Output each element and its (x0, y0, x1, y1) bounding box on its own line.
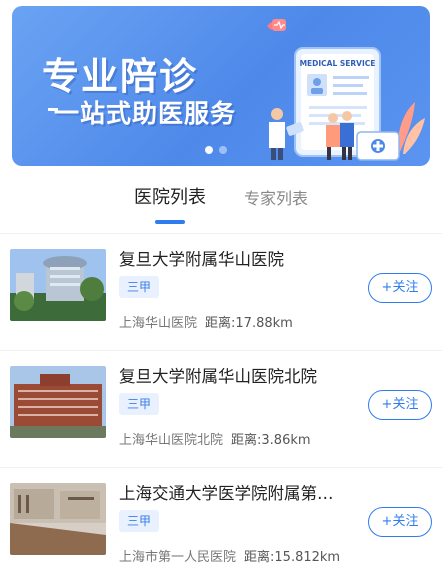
hospital-list: 复旦大学附属华山医院 三甲 上海华山医院 距离:17.88km +关注 复旦大学附… (0, 233, 442, 566)
hospital-meta: 上海华山医院北院 距离:3.86km (119, 429, 311, 448)
hospital-location: 上海市第一人民医院 (119, 550, 237, 565)
hospital-name: 上海交通大学医学院附属第… (119, 484, 334, 503)
list-item[interactable]: 复旦大学附属华山医院北院 三甲 上海华山医院北院 距离:3.86km +关注 (0, 350, 442, 467)
banner-title: 专业陪诊 (42, 55, 198, 98)
hospital-meta: 上海市第一人民医院 距离:15.812km (119, 546, 340, 565)
active-tab-indicator (155, 220, 185, 224)
hospital-location: 上海华山医院北院 (119, 433, 224, 448)
banner-subtitle: 一站式助医服务 (54, 99, 237, 128)
level-badge: 三甲 (119, 510, 160, 532)
hospital-name: 复旦大学附属华山医院 (119, 250, 284, 269)
follow-button[interactable]: +关注 (368, 273, 432, 303)
card-label: MEDICAL SERVICE (300, 59, 376, 68)
hospital-photo (10, 483, 106, 555)
tab-hospital-list[interactable]: 医院列表 (134, 183, 206, 209)
medical-service-illustration: MEDICAL SERVICE (267, 19, 425, 161)
list-item[interactable]: 上海交通大学医学院附属第… 三甲 上海市第一人民医院 距离:15.812km +关… (0, 467, 442, 566)
tab-bar: 医院列表 专家列表 (0, 183, 442, 229)
hospital-distance: 距离:3.86km (231, 433, 311, 448)
carousel-dots[interactable] (205, 146, 227, 154)
hospital-meta: 上海华山医院 距离:17.88km (119, 312, 293, 331)
hospital-distance: 距离:17.88km (205, 316, 293, 331)
promo-banner[interactable]: 专业陪诊 一站式助医服务 MEDICAL SERVICE (12, 6, 430, 166)
hospital-photo (10, 249, 106, 321)
follow-button[interactable]: +关注 (368, 507, 432, 537)
carousel-dot[interactable] (219, 146, 227, 154)
hospital-name: 复旦大学附属华山医院北院 (119, 367, 317, 386)
level-badge: 三甲 (119, 276, 160, 298)
level-badge: 三甲 (119, 393, 160, 415)
hospital-photo (10, 366, 106, 438)
follow-button[interactable]: +关注 (368, 390, 432, 420)
tab-expert-list[interactable]: 专家列表 (244, 185, 308, 209)
carousel-dot-active[interactable] (205, 146, 213, 154)
list-item[interactable]: 复旦大学附属华山医院 三甲 上海华山医院 距离:17.88km +关注 (0, 233, 442, 350)
hospital-location: 上海华山医院 (119, 316, 198, 331)
hospital-distance: 距离:15.812km (244, 550, 341, 565)
